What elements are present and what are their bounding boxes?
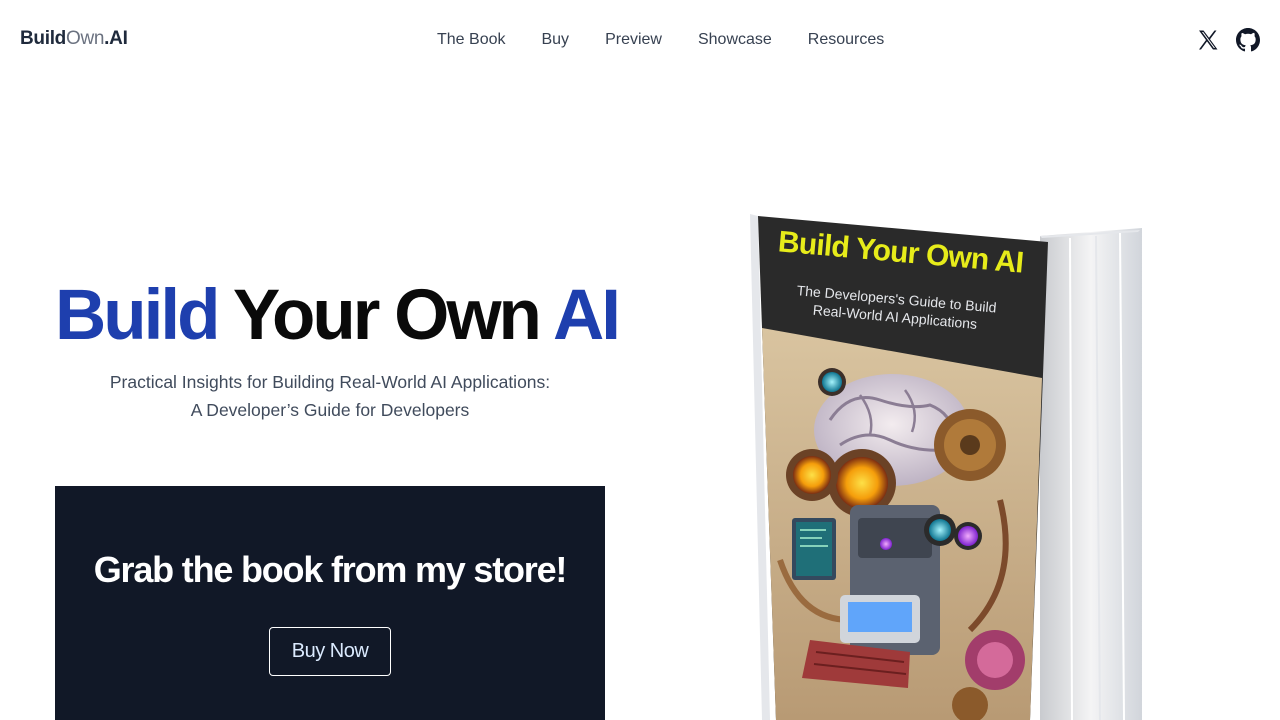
cta-heading: Grab the book from my store! [93, 549, 568, 590]
nav-link-showcase[interactable]: Showcase [680, 30, 790, 50]
hero-subtitle: Practical Insights for Building Real-Wor… [55, 368, 605, 424]
nav-link-the-book[interactable]: The Book [419, 30, 523, 50]
book-cover-image: Build Your Own AI The Developers's Guide… [740, 200, 1160, 720]
hero-title: Build Your Own AI [55, 276, 621, 355]
top-navbar: BuildOwn.AI The Book Buy Preview Showcas… [0, 0, 1280, 80]
x-logo-icon[interactable] [1196, 28, 1220, 52]
cta-panel: Grab the book from my store! Buy Now [55, 486, 605, 720]
logo-part-build: Build [20, 28, 66, 49]
hero-title-word-build: Build [55, 276, 220, 355]
logo-part-ai: .AI [104, 28, 128, 49]
site-logo[interactable]: BuildOwn.AI [20, 28, 128, 50]
hero-subtitle-line2: A Developer’s Guide for Developers [190, 400, 470, 420]
main-nav: The Book Buy Preview Showcase Resources [419, 30, 902, 50]
hero-title-word-your-own: Your Own [232, 276, 542, 355]
github-icon[interactable] [1236, 28, 1260, 52]
nav-link-buy[interactable]: Buy [523, 30, 587, 50]
logo-part-own: Own [66, 28, 105, 49]
nav-link-resources[interactable]: Resources [790, 30, 902, 50]
buy-now-button[interactable]: Buy Now [269, 627, 391, 676]
nav-link-preview[interactable]: Preview [587, 30, 680, 50]
hero-title-word-ai: AI [553, 276, 621, 355]
hero-subtitle-line1: Practical Insights for Building Real-Wor… [109, 372, 551, 392]
